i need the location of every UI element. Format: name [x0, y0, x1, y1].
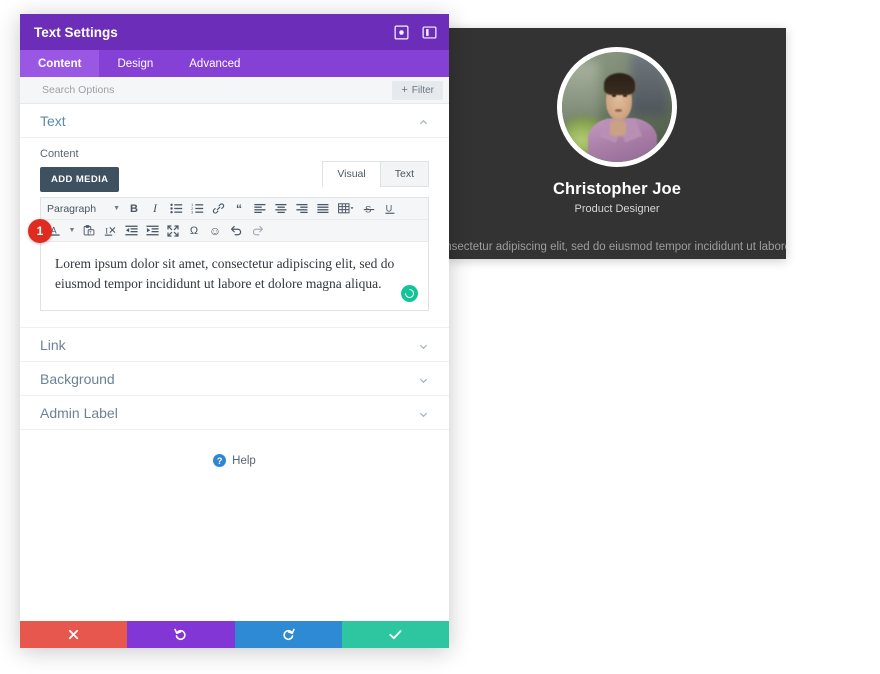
tab-design[interactable]: Design [99, 50, 171, 77]
chevron-down-icon [418, 373, 429, 384]
expand-icon[interactable] [394, 25, 409, 40]
section-header-link[interactable]: Link [20, 328, 449, 362]
align-center-icon[interactable] [271, 200, 291, 217]
svg-text:3: 3 [191, 210, 193, 214]
link-icon[interactable] [208, 200, 228, 217]
section-title-background: Background [40, 370, 115, 387]
grammar-check-icon[interactable] [401, 285, 418, 302]
indent-icon[interactable] [142, 222, 162, 239]
format-select[interactable]: Paragraph ▼ [45, 203, 123, 215]
editor-mode-tabs: Visual Text [322, 161, 429, 187]
align-justify-icon[interactable] [313, 200, 333, 217]
align-left-icon[interactable] [250, 200, 270, 217]
clear-formatting-icon[interactable]: I [100, 222, 120, 239]
section-header-text[interactable]: Text [20, 104, 449, 138]
split-view-icon[interactable] [422, 25, 437, 40]
editor-top-row: ADD MEDIA Visual Text [40, 161, 429, 193]
italic-icon[interactable]: I [145, 200, 165, 217]
filter-label: Filter [411, 84, 434, 96]
chevron-down-icon [418, 407, 429, 418]
underline-icon[interactable]: U [380, 200, 400, 217]
modal-tabs: Content Design Advanced [20, 50, 449, 77]
editor-toolbar-row-2: A ▼ T I Ω ☺ [41, 220, 428, 242]
avatar-photo [562, 52, 672, 162]
page-title: Text Settings [34, 24, 118, 40]
editor-toolbar-row-1: Paragraph ▼ B I 1 2 3 “ S U [41, 198, 428, 220]
modal-footer [20, 621, 449, 648]
outdent-icon[interactable] [121, 222, 141, 239]
chevron-down-icon: ▼ [113, 205, 120, 212]
format-select-value: Paragraph [47, 202, 97, 215]
editor-content-area[interactable]: Lorem ipsum dolor sit amet, consectetur … [41, 242, 428, 310]
search-options-bar: + Filter [20, 77, 449, 104]
redo-button[interactable] [234, 621, 342, 648]
chevron-down-icon [418, 339, 429, 350]
tab-visual[interactable]: Visual [322, 161, 381, 187]
tab-advanced[interactable]: Advanced [171, 50, 258, 77]
preview-body-text: Lorem ipsum dolor sit amet, consectetur … [448, 241, 786, 253]
strikethrough-icon[interactable]: S [359, 200, 379, 217]
help-icon: ? [213, 454, 227, 467]
bulleted-list-icon[interactable] [166, 200, 186, 217]
section-body-text: Content ADD MEDIA Visual Text Paragraph … [20, 138, 449, 328]
avatar [557, 47, 677, 167]
modal-body: Text Content ADD MEDIA Visual Text Parag… [20, 104, 449, 621]
section-header-background[interactable]: Background [20, 362, 449, 396]
editor-text: Lorem ipsum dolor sit amet, consectetur … [55, 256, 395, 291]
undo-button[interactable] [127, 621, 235, 648]
emoji-icon[interactable]: ☺ [205, 222, 225, 239]
step-badge: 1 [28, 219, 52, 243]
plus-icon: + [401, 83, 408, 96]
undo-icon[interactable] [226, 222, 246, 239]
bold-icon[interactable]: B [124, 200, 144, 217]
preview-person-role: Product Designer [574, 203, 660, 215]
blockquote-icon[interactable]: “ [229, 200, 249, 217]
help-label: Help [232, 454, 256, 467]
svg-text:I: I [105, 225, 108, 235]
search-input[interactable] [40, 83, 393, 97]
header-icon-group [394, 25, 437, 40]
tab-text[interactable]: Text [379, 161, 429, 187]
screen: Christopher Joe Product Designer Lorem i… [0, 0, 880, 674]
preview-person-name: Christopher Joe [552, 180, 682, 198]
redo-icon[interactable] [247, 222, 267, 239]
tab-content[interactable]: Content [20, 50, 100, 77]
numbered-list-icon[interactable]: 1 2 3 [187, 200, 207, 217]
text-color-dropdown-icon[interactable]: ▼ [66, 222, 78, 239]
add-media-button[interactable]: ADD MEDIA [40, 167, 120, 192]
save-button[interactable] [341, 621, 449, 648]
special-character-icon[interactable]: Ω [184, 222, 204, 239]
section-title-link: Link [40, 336, 66, 353]
section-title-admin-label: Admin Label [40, 404, 118, 421]
chevron-up-icon [418, 115, 429, 126]
content-field-label: Content [40, 148, 79, 160]
section-header-admin-label[interactable]: Admin Label [20, 396, 449, 430]
table-icon[interactable] [334, 200, 358, 217]
help-link[interactable]: ? Help [20, 430, 449, 491]
text-settings-modal: Text Settings Content Design Advanced Se… [20, 14, 449, 648]
filter-button[interactable]: + Filter [392, 80, 443, 100]
svg-text:T: T [89, 230, 92, 235]
modal-header: Text Settings [20, 14, 449, 50]
cancel-button[interactable] [20, 621, 128, 648]
module-preview-panel: Christopher Joe Product Designer Lorem i… [448, 28, 786, 259]
paste-as-text-icon[interactable]: T [79, 222, 99, 239]
svg-text:U: U [386, 203, 393, 213]
wysiwyg-editor: Paragraph ▼ B I 1 2 3 “ S U A ▼ T I Ω ☺ … [40, 197, 429, 311]
align-right-icon[interactable] [292, 200, 312, 217]
fullscreen-icon[interactable] [163, 222, 183, 239]
section-title-text: Text [40, 112, 66, 129]
